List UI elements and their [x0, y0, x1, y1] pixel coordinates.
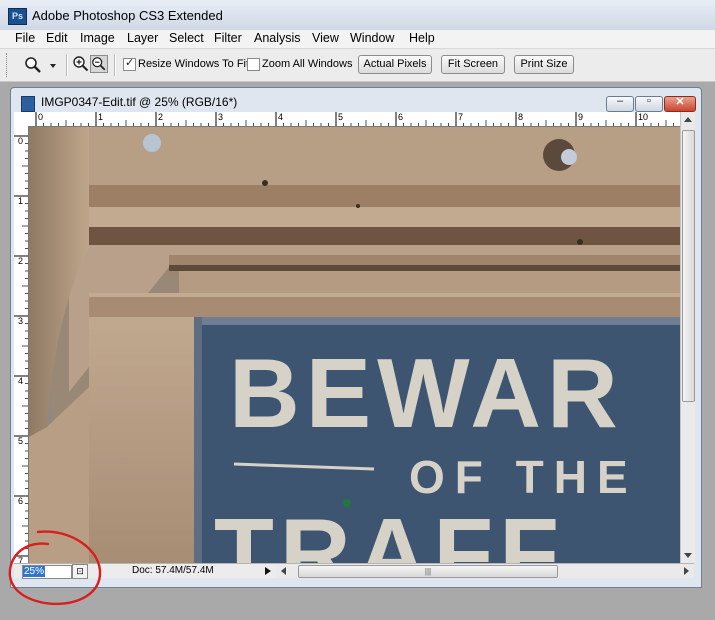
annotation-circle — [8, 530, 102, 606]
ruler-label: 6 — [398, 112, 404, 122]
zoom-tool-icon[interactable] — [24, 56, 42, 74]
zoom-all-windows-label: Zoom All Windows — [262, 58, 353, 70]
app-title-bar: Ps Adobe Photoshop CS3 Extended — [0, 0, 715, 31]
ruler-label: 6 — [18, 496, 24, 506]
ruler-label: 4 — [18, 376, 24, 386]
options-bar-grip[interactable] — [6, 53, 11, 77]
vertical-scrollbar[interactable] — [680, 112, 695, 563]
document-title: IMGP0347-Edit.tif @ 25% (RGB/16*) — [41, 95, 238, 109]
ruler-label: 7 — [458, 112, 464, 122]
horizontal-scrollbar[interactable]: ||| — [276, 564, 694, 578]
vertical-scroll-thumb[interactable] — [682, 130, 695, 402]
minimize-button[interactable]: – — [606, 95, 634, 112]
ruler-label: 2 — [18, 256, 24, 266]
ruler-label: 1 — [98, 112, 104, 122]
plaque-text-line2: OF THE — [409, 451, 638, 503]
close-button[interactable]: ✕ — [664, 96, 696, 112]
ruler-origin[interactable] — [14, 112, 29, 127]
minimize-icon: – — [616, 95, 624, 107]
plaque-text-line1: BEWAR — [229, 338, 624, 448]
tool-preset-dropdown-icon[interactable] — [50, 64, 56, 68]
ruler-label: 9 — [578, 112, 584, 122]
ruler-label: 4 — [278, 112, 284, 122]
actual-pixels-button[interactable]: Actual Pixels — [358, 55, 432, 74]
ruler-label: 5 — [18, 436, 24, 446]
ruler-label: 1 — [18, 196, 24, 206]
menu-window[interactable]: Window — [350, 31, 394, 45]
print-size-button[interactable]: Print Size — [514, 55, 574, 74]
zoom-in-icon[interactable] — [72, 55, 90, 73]
menu-view[interactable]: View — [312, 31, 339, 45]
document-icon — [21, 96, 35, 112]
scroll-up-icon[interactable] — [684, 117, 692, 122]
ruler-label: 8 — [518, 112, 524, 122]
menu-analysis[interactable]: Analysis — [254, 31, 301, 45]
status-menu-arrow-icon[interactable] — [265, 567, 271, 575]
scroll-down-icon[interactable] — [684, 553, 692, 558]
menu-filter[interactable]: Filter — [214, 31, 242, 45]
ruler-label: 3 — [18, 316, 24, 326]
menu-layer[interactable]: Layer — [127, 31, 158, 45]
document-size-info: Doc: 57.4M/57.4M — [132, 565, 214, 576]
ruler-label: 5 — [338, 112, 344, 122]
close-icon: ✕ — [675, 96, 685, 108]
document-canvas[interactable]: BEWAR OF THE TRAFF — [29, 127, 680, 563]
app-title: Adobe Photoshop CS3 Extended — [32, 8, 223, 23]
ruler-label: 0 — [18, 136, 24, 146]
photoshop-logo-icon: Ps — [8, 8, 27, 25]
options-bar: ✓ Resize Windows To Fit Zoom All Windows… — [0, 49, 715, 82]
menu-edit[interactable]: Edit — [46, 31, 68, 45]
separator — [114, 54, 116, 76]
ruler-label: 2 — [158, 112, 164, 122]
resize-windows-checkbox[interactable]: ✓ — [123, 57, 136, 71]
resize-windows-label: Resize Windows To Fit — [138, 58, 250, 70]
scroll-right-icon[interactable] — [684, 567, 689, 575]
zoom-out-icon[interactable] — [90, 55, 108, 73]
menu-help[interactable]: Help — [409, 31, 435, 45]
scroll-left-icon[interactable] — [281, 567, 286, 575]
menu-select[interactable]: Select — [169, 31, 204, 45]
menu-image[interactable]: Image — [80, 31, 115, 45]
ruler-label: 10 — [638, 112, 649, 122]
vertical-ruler[interactable]: 0 1 2 3 4 5 6 7 — [14, 126, 29, 563]
horizontal-ruler[interactable]: 0 1 2 3 4 5 6 7 8 9 10 — [28, 112, 680, 127]
plaque-text-line3: TRAFF — [214, 498, 565, 563]
photo-image: BEWAR OF THE TRAFF — [29, 127, 680, 563]
menu-file[interactable]: File — [15, 31, 35, 45]
maximize-icon: ▫ — [647, 95, 651, 107]
horizontal-scroll-thumb[interactable]: ||| — [298, 565, 558, 578]
ruler-label: 3 — [218, 112, 224, 122]
fit-screen-button[interactable]: Fit Screen — [441, 55, 505, 74]
maximize-button[interactable]: ▫ — [635, 95, 663, 112]
menu-bar: File Edit Image Layer Select Filter Anal… — [0, 30, 715, 49]
checkmark-icon: ✓ — [125, 57, 135, 69]
separator — [66, 54, 68, 76]
ruler-label: 0 — [38, 112, 44, 122]
zoom-all-windows-checkbox[interactable] — [247, 58, 260, 71]
